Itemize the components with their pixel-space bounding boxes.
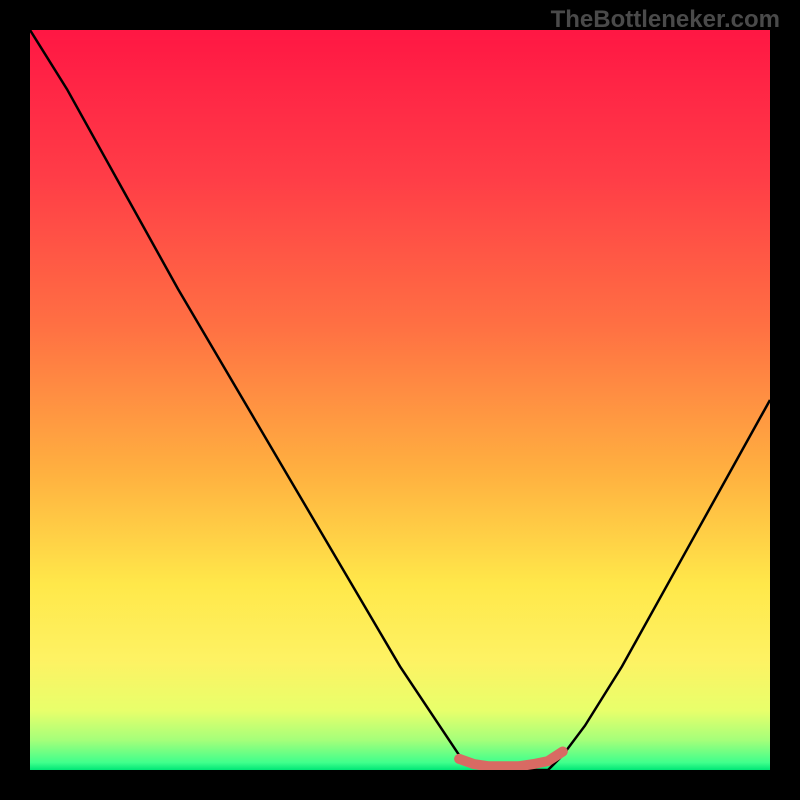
watermark-text: TheBottleneker.com bbox=[551, 6, 780, 34]
plot-area bbox=[30, 30, 770, 770]
chart-container: TheBottleneker.com bbox=[0, 0, 800, 800]
gradient-rect bbox=[30, 30, 770, 770]
chart-svg bbox=[30, 30, 770, 770]
